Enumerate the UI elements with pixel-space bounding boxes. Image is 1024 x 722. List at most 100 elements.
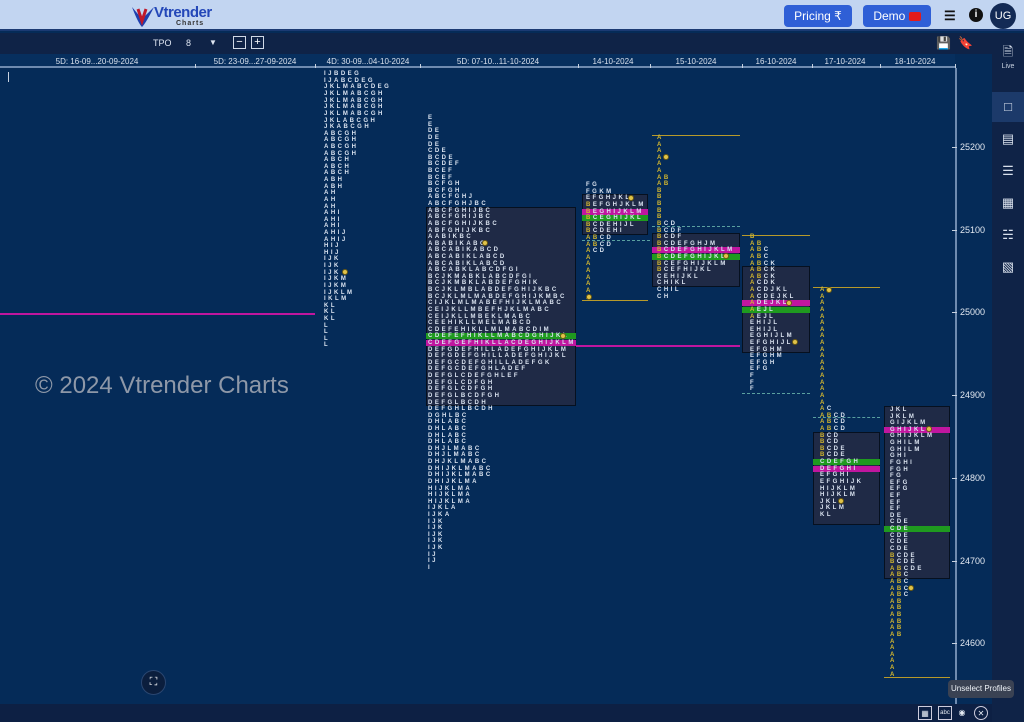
date-label[interactable]: 15-10-2024	[676, 57, 717, 66]
tpo-row: AH	[324, 190, 338, 197]
ib-letter: B	[820, 452, 827, 459]
tpo-row: CEIJKLLMBEKLMABC	[428, 313, 533, 320]
abc-icon[interactable]: abc	[938, 706, 952, 720]
tpo-row: HIJKLMA	[428, 492, 473, 499]
ib-letter: A	[890, 579, 897, 585]
tpo-row: KL	[820, 512, 833, 518]
price-label: 25200	[960, 142, 986, 152]
grid-6-layout-icon[interactable]: ▧	[992, 252, 1024, 282]
ib-letter: B	[896, 565, 904, 572]
tpo-row: AC	[820, 406, 834, 413]
info-icon[interactable]: i	[969, 8, 983, 22]
tpo-row: DHIJKLMABC	[428, 472, 493, 479]
tpo-row: CDEFGEFHIKLLACDEGHIJKLM	[428, 339, 576, 346]
tpo-row: JKLMABCGH	[324, 91, 385, 98]
tpo-row: IJKA	[428, 512, 452, 518]
tpo-row: B	[750, 234, 757, 240]
tpo-row: A	[890, 645, 897, 651]
tpo-row: GIJKLM	[890, 420, 928, 427]
tpo-row: A	[820, 380, 827, 386]
tpo-row: A	[820, 340, 827, 346]
tpo-row: EHIJL	[750, 326, 780, 333]
youtube-icon	[908, 12, 921, 21]
avatar[interactable]: UG	[990, 3, 1016, 29]
price-axis[interactable]	[955, 68, 957, 704]
tpo-row: AHI	[324, 210, 342, 217]
tpo-row: CHIL	[657, 287, 681, 294]
columns-layout-icon[interactable]: ☵	[992, 220, 1024, 250]
tpo-row: BCDE	[820, 452, 848, 459]
tpo-row: IJKM	[324, 276, 349, 283]
tpo-row: EF	[890, 506, 903, 513]
chevron-down-icon[interactable]: ▼	[209, 38, 217, 47]
tpo-row: A	[657, 135, 664, 141]
reference-line	[575, 345, 740, 347]
tpo-row: B	[657, 201, 664, 207]
date-label[interactable]: 14-10-2024	[593, 57, 634, 66]
tpo-row: DEFGLCDFGH	[428, 379, 495, 386]
tpo-row: ABCD	[820, 419, 848, 426]
date-label[interactable]: 16-10-2024	[756, 57, 797, 66]
grid-icon[interactable]: ▦	[918, 706, 932, 720]
tpo-row: IJBDEG	[324, 71, 362, 78]
tpo-row: IKLM	[324, 296, 349, 303]
tpo-row: CEHIJKL	[657, 273, 701, 280]
tpo-row: ABCGH	[324, 144, 359, 150]
date-label[interactable]: 5D: 16-09...20-09-2024	[56, 57, 139, 66]
tpo-row: CDEFGH	[820, 459, 861, 466]
date-label[interactable]: 4D: 30-09...04-10-2024	[327, 57, 410, 66]
tpo-row: BCD	[657, 220, 678, 227]
ib-letter: B	[826, 419, 834, 426]
price-tick	[952, 147, 957, 148]
ib-letter: B	[663, 181, 671, 188]
tpo-row: IJKLM	[324, 289, 355, 296]
date-label[interactable]: 5D: 07-10...11-10-2024	[457, 57, 539, 66]
tpo-row: IJK	[428, 525, 445, 532]
open-marker-dot	[786, 299, 792, 306]
tpo-row: EF	[890, 499, 903, 506]
tpo-row: ABCK	[750, 267, 778, 274]
save-icon[interactable]: 💾	[936, 36, 951, 50]
tpo-row: ABCABIKLABCD	[428, 260, 507, 267]
fullscreen-button[interactable]: ⛶	[141, 670, 166, 695]
rows-layout-icon[interactable]: ☰	[992, 156, 1024, 186]
ib-letter: B	[896, 585, 904, 592]
date-label[interactable]: 5D: 23-09...27-09-2024	[214, 57, 297, 66]
date-label[interactable]: 17-10-2024	[825, 57, 866, 66]
minus-icon[interactable]: −	[233, 36, 246, 49]
plus-icon[interactable]: +	[251, 36, 264, 49]
ib-letter: B	[586, 201, 593, 208]
vtrender-logo[interactable]: Vtrender Charts	[130, 3, 220, 29]
tpo-row: A	[586, 281, 593, 287]
tpo-row: KL	[324, 316, 337, 323]
ib-letter: B	[586, 215, 593, 222]
tpo-row: FG	[890, 473, 904, 480]
ib-letter: B	[657, 207, 664, 214]
close-icon[interactable]: ✕	[974, 706, 988, 720]
tpo-row: F	[750, 386, 757, 393]
tpo-row: DEFGDEFHILLADEFGHIJKLM	[428, 346, 569, 353]
tpo-row: CEEHIKLLMELMABCD	[428, 320, 533, 327]
tpo-row: ACDJKL	[750, 287, 790, 294]
tpo-row: ABCK	[750, 273, 778, 280]
tpo-row: HIJKLM	[820, 492, 858, 499]
document-icon[interactable]: ☰	[944, 8, 956, 24]
tpo-row: DE	[428, 134, 442, 141]
open-marker-dot	[826, 286, 832, 293]
bookmark-icon[interactable]: 🔖	[958, 36, 973, 50]
single-layout-icon[interactable]: □	[992, 92, 1024, 122]
ib-letter: B	[756, 253, 764, 260]
pricing-button[interactable]: Pricing ₹	[784, 5, 852, 27]
split-layout-icon[interactable]: ▤	[992, 124, 1024, 154]
tpo-row: A	[820, 327, 827, 333]
tpo-row: EFGH	[750, 359, 777, 366]
tpo-size-select[interactable]: 8	[186, 38, 191, 48]
ib-letter: B	[896, 625, 904, 632]
grid-layout-icon[interactable]: ▦	[992, 188, 1024, 218]
date-label[interactable]: 18-10-2024	[895, 57, 936, 66]
ib-letter: B	[756, 247, 764, 254]
tpo-row: DEFGLBCDH	[428, 399, 489, 406]
demo-button[interactable]: Demo	[863, 5, 931, 27]
ib-letter: B	[657, 201, 664, 208]
focus-icon[interactable]: ◉	[955, 706, 969, 720]
